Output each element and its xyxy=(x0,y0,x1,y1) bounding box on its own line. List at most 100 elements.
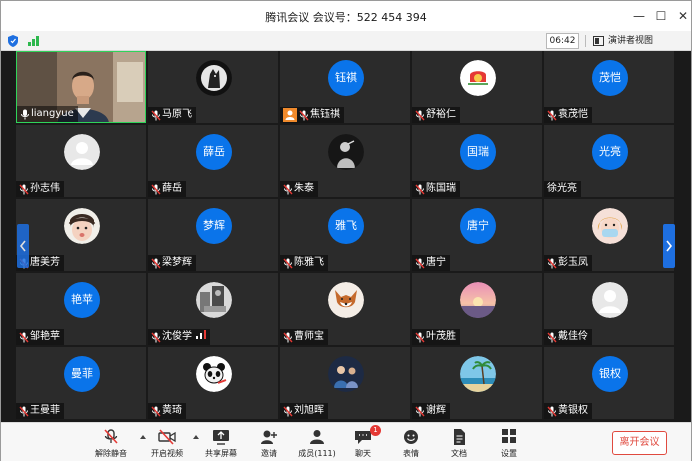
mic-muted-icon xyxy=(283,184,293,195)
participant-name: liangyue xyxy=(31,108,74,119)
participant-tile[interactable]: 曼菲王曼菲 xyxy=(16,347,146,419)
participant-tile[interactable]: 朱泰 xyxy=(280,125,410,197)
leave-meeting-button[interactable]: 离开会议 xyxy=(612,431,667,455)
participant-tile[interactable]: 孙志伟 xyxy=(16,125,146,197)
participant-name-bar: 朱泰 xyxy=(280,181,318,197)
avatar: 艳苹 xyxy=(64,282,100,318)
docs-button[interactable]: 文档 xyxy=(437,427,481,460)
avatar xyxy=(592,282,628,318)
participant-name: 唐美芳 xyxy=(30,257,60,268)
mic-muted-icon xyxy=(415,110,425,121)
participant-tile[interactable]: liangyue xyxy=(16,51,146,123)
mic-muted-icon xyxy=(547,406,557,417)
minimize-button[interactable]: — xyxy=(629,7,649,25)
participant-tile[interactable]: 唐美芳 xyxy=(16,199,146,271)
avatar xyxy=(196,60,232,96)
prev-page-button[interactable] xyxy=(17,224,29,268)
mic-muted-icon xyxy=(415,258,425,269)
participant-name-bar: 薛岳 xyxy=(148,181,186,197)
participant-name-bar: 马原飞 xyxy=(148,107,196,123)
grid-settings-icon xyxy=(502,429,516,443)
mic-muted-icon xyxy=(415,406,425,417)
maximize-button[interactable]: ☐ xyxy=(651,7,671,25)
participant-tile[interactable]: 沈俊学 xyxy=(148,273,278,345)
members-icon xyxy=(310,430,324,444)
avatar xyxy=(460,356,496,392)
avatar xyxy=(64,134,100,170)
participant-tile[interactable]: 雅飞陈雅飞 xyxy=(280,199,410,271)
participant-name-bar: 唐宁 xyxy=(412,255,450,271)
participant-tile[interactable]: 梦辉 梁梦辉 xyxy=(148,199,278,271)
mic-muted-icon xyxy=(547,258,557,269)
unmute-button[interactable]: 解除静音 xyxy=(89,427,133,460)
participant-name: 刘旭晖 xyxy=(294,405,324,416)
participant-tile[interactable]: 谢辉 xyxy=(412,347,542,419)
participant-tile[interactable]: 银权 黄银权 xyxy=(544,347,674,419)
participant-name: 陈雅飞 xyxy=(294,257,324,268)
participant-name-bar: 邹艳苹 xyxy=(16,329,64,345)
reactions-button[interactable]: 表情 xyxy=(389,427,433,460)
participant-tile[interactable]: 舒裕仁 xyxy=(412,51,542,123)
participant-name: 谢辉 xyxy=(426,405,446,416)
participant-name-bar: 陈雅飞 xyxy=(280,255,328,271)
members-button[interactable]: 成员(111) xyxy=(295,427,339,460)
avatar xyxy=(460,60,496,96)
network-signal-icon[interactable] xyxy=(28,36,40,46)
participant-tile[interactable]: 国瑞 陈国瑞 xyxy=(412,125,542,197)
avatar xyxy=(196,356,232,392)
mic-muted-icon xyxy=(283,258,293,269)
mic-muted-icon xyxy=(151,110,161,121)
participant-name: 朱泰 xyxy=(294,183,314,194)
share-screen-button[interactable]: 共享屏幕 xyxy=(199,427,243,460)
participant-tile[interactable]: 刘旭晖 xyxy=(280,347,410,419)
participant-name-bar: liangyue xyxy=(17,106,78,122)
participant-name: 彭玉凤 xyxy=(558,257,588,268)
avatar: 钰祺 xyxy=(328,60,364,96)
mic-muted-icon xyxy=(151,406,161,417)
participant-tile[interactable]: 钰祺焦钰祺 xyxy=(280,51,410,123)
avatar xyxy=(328,134,364,170)
participant-name: 邹艳苹 xyxy=(30,331,60,342)
participant-tile[interactable]: 马原飞 xyxy=(148,51,278,123)
close-button[interactable]: ✕ xyxy=(673,7,692,25)
share-screen-icon xyxy=(213,430,229,445)
participant-tile[interactable]: 唐宁 唐宁 xyxy=(412,199,542,271)
avatar: 雅飞 xyxy=(328,208,364,244)
participant-tile[interactable]: 茂恺 袁茂恺 xyxy=(544,51,674,123)
start-video-button[interactable]: 开启视频 xyxy=(145,427,189,460)
participant-tile[interactable]: 薛岳 薛岳 xyxy=(148,125,278,197)
avatar: 曼菲 xyxy=(64,356,100,392)
shield-icon[interactable] xyxy=(8,35,18,47)
participant-name: 王曼菲 xyxy=(30,405,60,416)
participant-name: 徐光亮 xyxy=(547,183,577,194)
chat-button[interactable]: 1 聊天 xyxy=(341,425,385,460)
participant-tile[interactable]: 戴佳伶 xyxy=(544,273,674,345)
participant-tile[interactable]: 艳苹邹艳苹 xyxy=(16,273,146,345)
meeting-timer: 06:42 xyxy=(546,33,579,49)
settings-button[interactable]: 设置 xyxy=(487,427,531,460)
avatar xyxy=(64,208,100,244)
mic-muted-icon xyxy=(299,110,309,121)
participant-tile[interactable]: 叶茂胜 xyxy=(412,273,542,345)
mic-muted-icon xyxy=(283,332,293,343)
signal-bars-icon xyxy=(196,329,206,345)
meeting-window: 腾讯会议 会议号：522 454 394 — ☐ ✕ 06:42 演讲者视图 l… xyxy=(0,0,692,461)
participant-name: 马原飞 xyxy=(162,109,192,120)
speaker-view-button[interactable]: 演讲者视图 xyxy=(585,33,653,49)
mic-muted-icon xyxy=(415,332,425,343)
chat-unread-badge: 1 xyxy=(370,425,381,436)
avatar xyxy=(460,282,496,318)
mic-muted-icon xyxy=(547,332,557,343)
title-bar: 腾讯会议 会议号：522 454 394 — ☐ ✕ xyxy=(1,1,691,31)
avatar xyxy=(328,356,364,392)
participant-tile[interactable]: 黄琦 xyxy=(148,347,278,419)
invite-button[interactable]: 邀请 xyxy=(247,427,291,460)
next-page-button[interactable] xyxy=(663,224,675,268)
participant-tile[interactable]: 光亮 徐光亮 xyxy=(544,125,674,197)
participant-tile[interactable]: 彭玉凤 xyxy=(544,199,674,271)
avatar xyxy=(328,282,364,318)
avatar: 茂恺 xyxy=(592,60,628,96)
participant-name: 焦钰祺 xyxy=(310,109,340,120)
participant-tile[interactable]: 曹师宝 xyxy=(280,273,410,345)
participant-name: 曹师宝 xyxy=(294,331,324,342)
